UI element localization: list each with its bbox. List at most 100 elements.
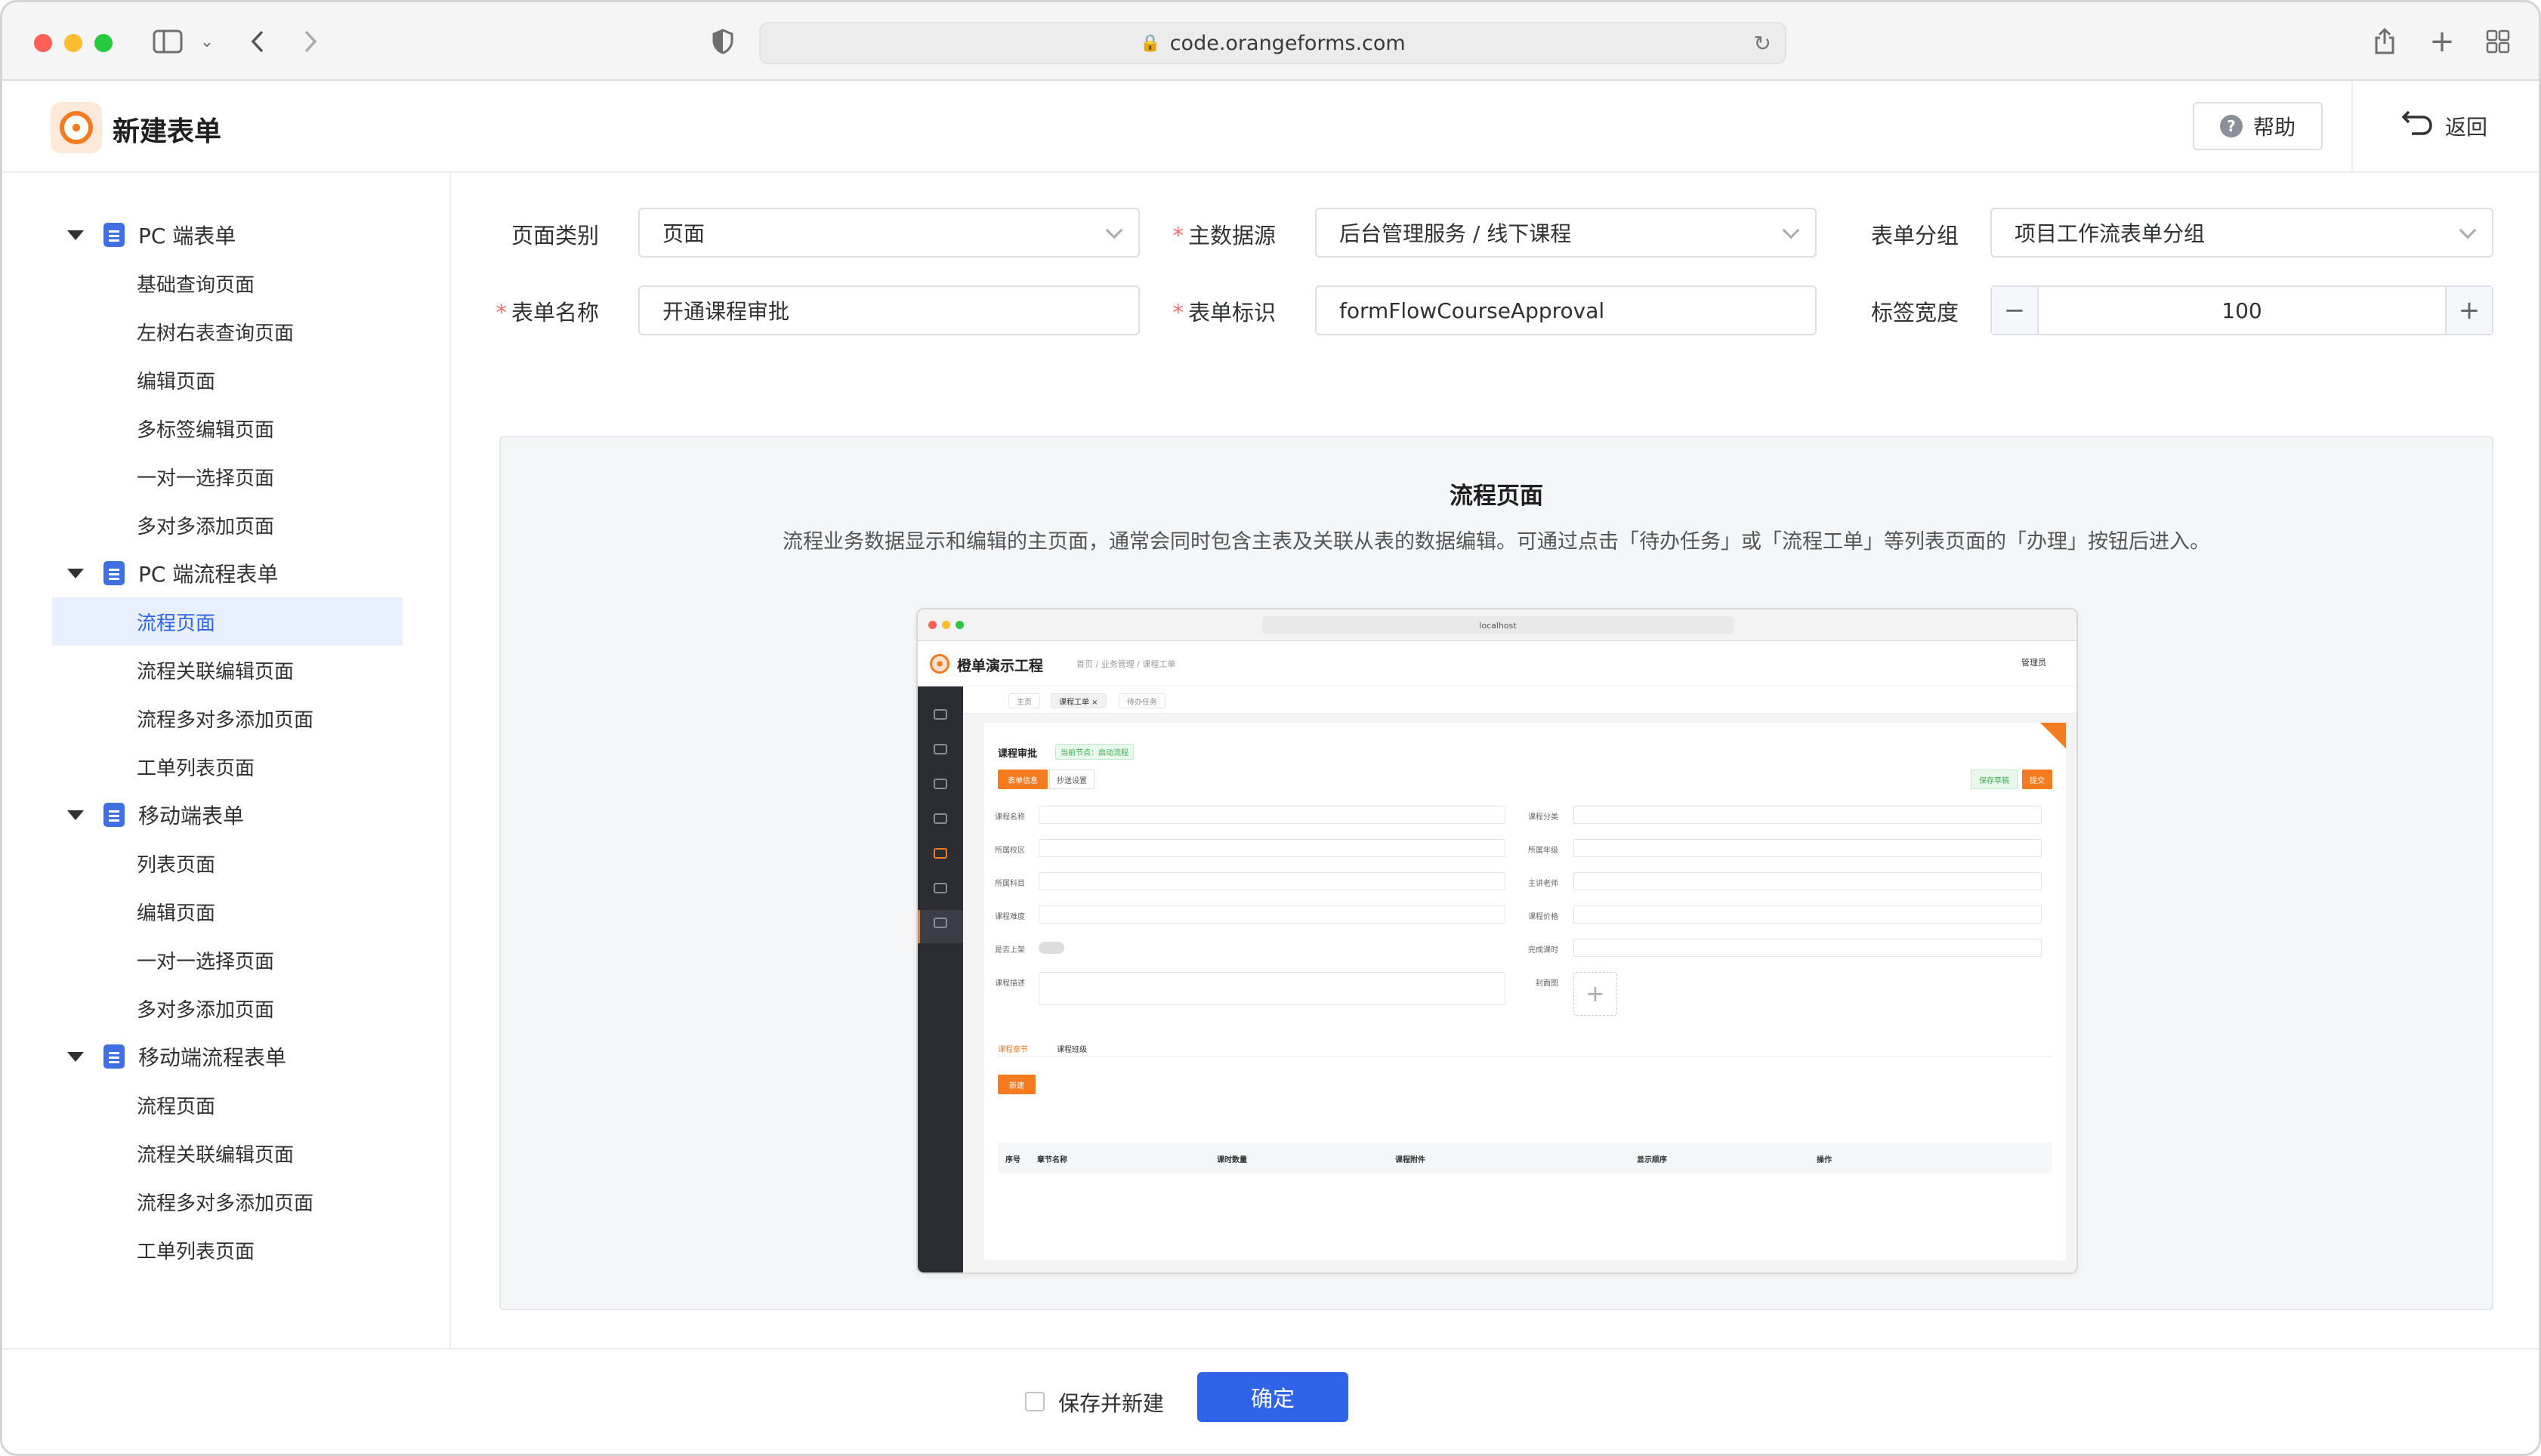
- mini-th: 显示顺序: [1637, 1156, 1667, 1164]
- tree-item-mobile-list[interactable]: 列表页面: [52, 839, 403, 887]
- address-bar[interactable]: 🔒 code.orangeforms.com ↻: [759, 22, 1786, 64]
- tree-item-label: 左树右表查询页面: [137, 322, 295, 345]
- tree-item-one-to-one[interactable]: 一对一选择页面: [52, 452, 403, 501]
- minimize-window-button[interactable]: [64, 34, 82, 52]
- mini-nav-icon: [934, 813, 947, 824]
- decrement-button[interactable]: −: [1992, 287, 2039, 334]
- caret-down-icon[interactable]: [67, 568, 84, 578]
- caret-down-icon[interactable]: [67, 1051, 84, 1062]
- label-width-stepper[interactable]: − 100 +: [1990, 285, 2493, 335]
- tree-item-mobile-edit[interactable]: 编辑页面: [52, 887, 403, 936]
- preview-description: 流程业务数据显示和编辑的主页面，通常会同时包含主表及关联从表的数据编辑。可通过点…: [783, 530, 2210, 554]
- mini-th: 章节名称: [1037, 1156, 1067, 1164]
- mini-panel-title: 课程审批: [998, 748, 1038, 760]
- tree-item-mobile-flow-relation-edit[interactable]: 流程关联编辑页面: [52, 1129, 403, 1177]
- sidebar-toggle-icon[interactable]: [149, 25, 187, 58]
- form-id-label: * 表单标识: [1172, 300, 1276, 325]
- mini-field-label: 所属科目: [995, 880, 1025, 888]
- mini-field-label: 课程价格: [1528, 913, 1558, 921]
- tree-item-label: 流程多对多添加页面: [137, 708, 314, 732]
- tree-group-pc-flow-form[interactable]: PC 端流程表单: [52, 549, 403, 597]
- select-value: 后台管理服务 / 线下课程: [1339, 221, 1572, 246]
- tab-overview-icon[interactable]: [2483, 25, 2513, 58]
- chevron-down-icon[interactable]: ⌄: [196, 25, 218, 58]
- mini-subtab: 课程班级: [1057, 1046, 1087, 1054]
- main-source-select[interactable]: 后台管理服务 / 线下课程: [1315, 208, 1817, 258]
- chevron-down-icon: [1782, 221, 1800, 239]
- tree-item-edit[interactable]: 编辑页面: [52, 356, 403, 404]
- tree-item-label: 工单列表页面: [137, 1240, 255, 1263]
- mini-field-label: 封面图: [1536, 979, 1558, 988]
- tree-item-flow-many-to-many[interactable]: 流程多对多添加页面: [52, 694, 403, 742]
- tree-item-flow-page-active[interactable]: 流程页面: [52, 597, 403, 646]
- tree-group-pc-form[interactable]: PC 端表单: [52, 211, 403, 259]
- mini-panel: 课程审批 当前节点：启动流程 表单信息 抄送设置 保存草稿 提交 课程名称 所属…: [984, 723, 2066, 1260]
- mini-tab-cc: 抄送设置: [1049, 770, 1095, 789]
- browser-toolbar: ⌄ 🔒 code.orangeforms.com ↻ +: [2, 2, 2539, 81]
- mini-tab: 主页: [1008, 693, 1040, 708]
- help-label: 帮助: [2252, 115, 2296, 140]
- preview-title: 流程页面: [1450, 483, 1543, 510]
- back-arrow-icon[interactable]: [242, 25, 273, 58]
- form-id-input[interactable]: formFlowCourseApproval: [1315, 285, 1817, 335]
- tree-item-label: 流程关联编辑页面: [137, 660, 295, 683]
- close-window-button[interactable]: [34, 34, 52, 52]
- tree-group-label: 移动端流程表单: [138, 1045, 287, 1070]
- mini-corner-badge: [2040, 723, 2066, 748]
- tree-item-work-order-list[interactable]: 工单列表页面: [52, 742, 403, 791]
- new-tab-icon[interactable]: +: [2427, 24, 2457, 59]
- tree-item-mobile-flow-page[interactable]: 流程页面: [52, 1081, 403, 1129]
- save-and-new-checkbox[interactable]: [1025, 1392, 1045, 1411]
- document-icon: [103, 561, 125, 585]
- tree-group-mobile-form[interactable]: 移动端表单: [52, 791, 403, 839]
- help-button[interactable]: ? 帮助: [2193, 102, 2323, 150]
- tree-item-multitab-edit[interactable]: 多标签编辑页面: [52, 404, 403, 452]
- tree-item-flow-relation-edit[interactable]: 流程关联编辑页面: [52, 646, 403, 694]
- document-icon: [103, 803, 125, 827]
- shield-icon[interactable]: [708, 25, 738, 58]
- stepper-value[interactable]: 100: [2039, 287, 2445, 334]
- tree-item-mobile-work-order-list[interactable]: 工单列表页面: [52, 1226, 403, 1274]
- browser-window: ⌄ 🔒 code.orangeforms.com ↻ + 新建表单 ? 帮助 返…: [0, 0, 2541, 1456]
- mini-panel-tag: 当前节点：启动流程: [1055, 744, 1134, 760]
- tree-group-label: PC 端流程表单: [138, 562, 279, 587]
- tree-item-mobile-one-to-one[interactable]: 一对一选择页面: [52, 936, 403, 984]
- mini-field: [1573, 905, 2042, 924]
- mini-textarea: [1039, 972, 1505, 1005]
- lock-icon: 🔒: [1140, 33, 1161, 53]
- header-divider: [2351, 81, 2353, 171]
- preview-screenshot: localhost 橙单演示工程 首页 / 业务管理 / 课程工单 管理员 主页: [916, 608, 2078, 1274]
- mini-breadcrumb: 首页 / 业务管理 / 课程工单: [1076, 659, 1176, 669]
- caret-down-icon[interactable]: [67, 810, 84, 820]
- share-icon[interactable]: [2370, 25, 2400, 58]
- forward-arrow-icon[interactable]: [295, 25, 326, 58]
- tree-item-label: 多对多添加页面: [137, 515, 275, 538]
- form-name-input[interactable]: 开通课程审批: [638, 285, 1140, 335]
- mini-field: [1573, 839, 2042, 857]
- footer-bar: 保存并新建 确定: [2, 1348, 2539, 1454]
- tree-item-basic-query[interactable]: 基础查询页面: [52, 259, 403, 307]
- increment-button[interactable]: +: [2445, 287, 2492, 334]
- back-button[interactable]: 返回: [2401, 102, 2487, 150]
- tree-item-tree-table-query[interactable]: 左树右表查询页面: [52, 307, 403, 356]
- caret-down-icon[interactable]: [67, 230, 84, 240]
- mini-nav-icon: [934, 709, 947, 720]
- form-group-select[interactable]: 项目工作流表单分组: [1990, 208, 2493, 258]
- mini-minimize-dot: [942, 621, 950, 629]
- tree-item-many-to-many[interactable]: 多对多添加页面: [52, 501, 403, 549]
- mini-submit: 提交: [2022, 770, 2052, 789]
- mini-tab: 待办任务: [1119, 693, 1166, 708]
- save-and-new-label[interactable]: 保存并新建: [1058, 1387, 1164, 1417]
- tree-group-label: 移动端表单: [138, 804, 245, 828]
- mini-field-label: 所属年级: [1528, 847, 1558, 855]
- reload-icon[interactable]: ↻: [1754, 31, 1771, 56]
- tree-item-label: 多对多添加页面: [137, 998, 275, 1022]
- confirm-button[interactable]: 确定: [1197, 1372, 1348, 1422]
- page-type-select[interactable]: 页面: [638, 208, 1140, 258]
- maximize-window-button[interactable]: [94, 34, 113, 52]
- tree-item-mobile-flow-many-to-many[interactable]: 流程多对多添加页面: [52, 1177, 403, 1226]
- back-label: 返回: [2445, 115, 2488, 140]
- page-title: 新建表单: [113, 116, 222, 147]
- tree-group-mobile-flow-form[interactable]: 移动端流程表单: [52, 1032, 403, 1081]
- tree-item-mobile-many-to-many[interactable]: 多对多添加页面: [52, 984, 403, 1032]
